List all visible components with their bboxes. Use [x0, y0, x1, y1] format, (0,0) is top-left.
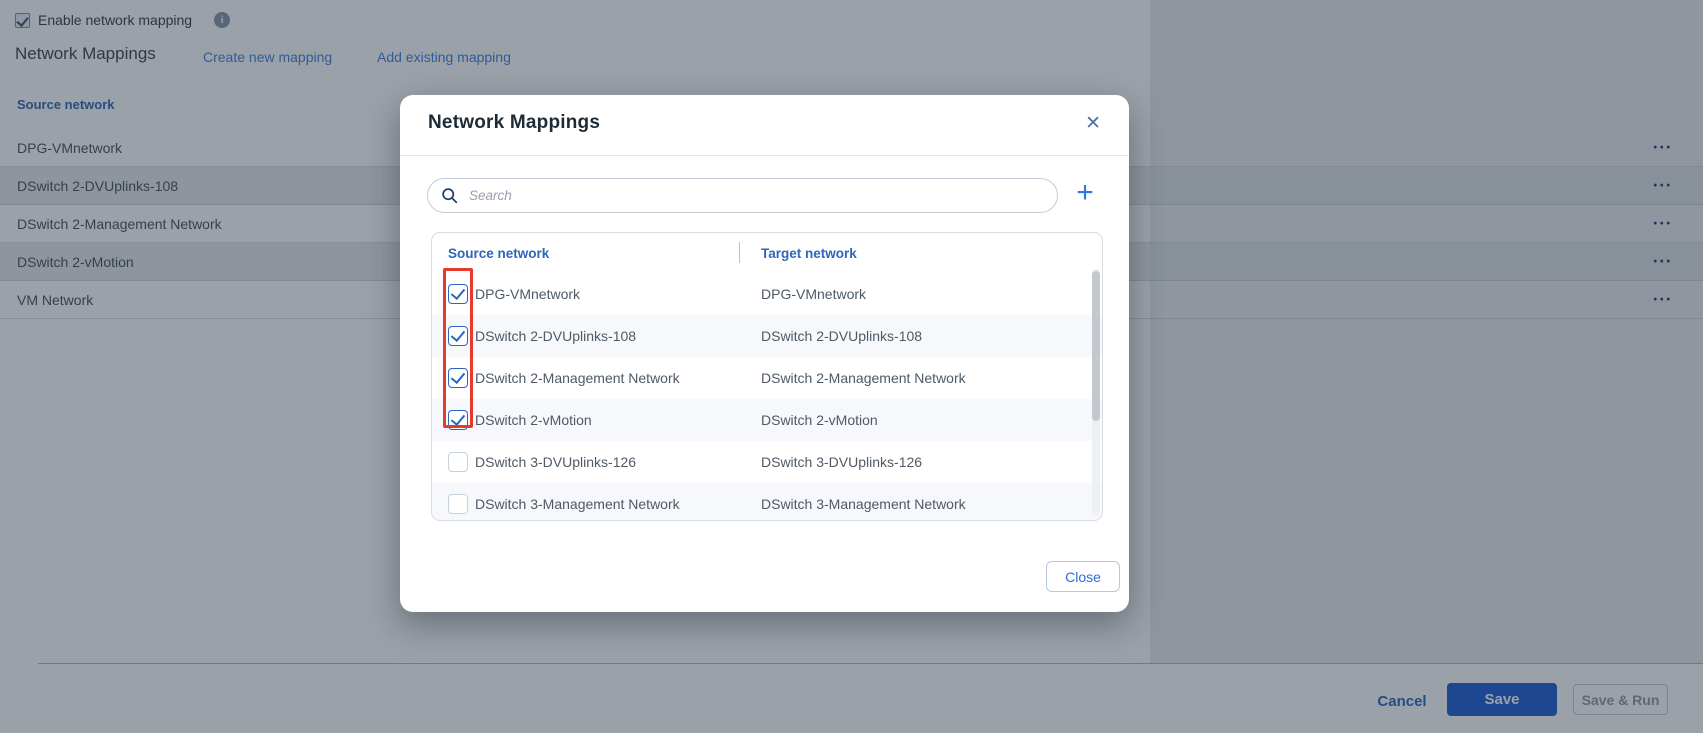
row-checkbox[interactable] — [448, 452, 468, 472]
table-row: DSwitch 2-Management Network DSwitch 2-Ma… — [432, 357, 1102, 399]
table-row: DSwitch 3-DVUplinks-126 DSwitch 3-DVUplin… — [432, 441, 1102, 483]
add-mapping-plus-icon[interactable]: + — [1068, 176, 1102, 210]
row-checkbox[interactable] — [448, 410, 468, 430]
row-checkbox[interactable] — [448, 326, 468, 346]
mappings-table-body: DPG-VMnetwork DPG-VMnetwork DSwitch 2-DVUp… — [432, 273, 1102, 521]
source-network-label: DPG-VMnetwork — [475, 286, 580, 302]
source-network-label: DSwitch 3-DVUplinks-126 — [475, 454, 636, 470]
modal-header-divider — [400, 155, 1129, 156]
search-input[interactable] — [467, 187, 1043, 204]
search-bar — [427, 178, 1058, 213]
row-checkbox[interactable] — [448, 494, 468, 514]
scrollbar-thumb[interactable] — [1092, 271, 1100, 421]
table-row: DSwitch 2-DVUplinks-108 DSwitch 2-DVUplin… — [432, 315, 1102, 357]
source-network-label: DSwitch 3-Management Network — [475, 496, 680, 512]
target-network-label: DSwitch 3-Management Network — [761, 496, 966, 512]
table-row: DSwitch 2-vMotion DSwitch 2-vMotion — [432, 399, 1102, 441]
modal-title: Network Mappings — [428, 112, 600, 134]
table-row: DPG-VMnetwork DPG-VMnetwork — [432, 273, 1102, 315]
column-divider — [739, 242, 740, 263]
target-network-label: DPG-VMnetwork — [761, 286, 866, 302]
scrollbar-track[interactable] — [1092, 269, 1100, 516]
table-row: DSwitch 3-Management Network DSwitch 3-Ma… — [432, 483, 1102, 521]
source-network-label: DSwitch 2-DVUplinks-108 — [475, 328, 636, 344]
target-network-label: DSwitch 3-DVUplinks-126 — [761, 454, 922, 470]
search-icon — [441, 187, 458, 204]
column-header-target-network: Target network — [761, 246, 857, 261]
screen: Enable network mapping i Network Mapping… — [0, 0, 1703, 733]
mappings-table: Source network Target network DPG-VMnetw… — [431, 232, 1103, 521]
row-checkbox[interactable] — [448, 284, 468, 304]
row-checkbox[interactable] — [448, 368, 468, 388]
network-mappings-modal: Network Mappings ✕ + Source network Targ… — [400, 95, 1129, 612]
column-header-source-network: Source network — [448, 246, 549, 261]
source-network-label: DSwitch 2-Management Network — [475, 370, 680, 386]
modal-close-button[interactable]: Close — [1046, 561, 1120, 592]
mappings-table-header: Source network Target network — [432, 233, 1102, 273]
target-network-label: DSwitch 2-Management Network — [761, 370, 966, 386]
source-network-label: DSwitch 2-vMotion — [475, 412, 592, 428]
target-network-label: DSwitch 2-DVUplinks-108 — [761, 328, 922, 344]
target-network-label: DSwitch 2-vMotion — [761, 412, 878, 428]
close-icon[interactable]: ✕ — [1081, 110, 1105, 137]
